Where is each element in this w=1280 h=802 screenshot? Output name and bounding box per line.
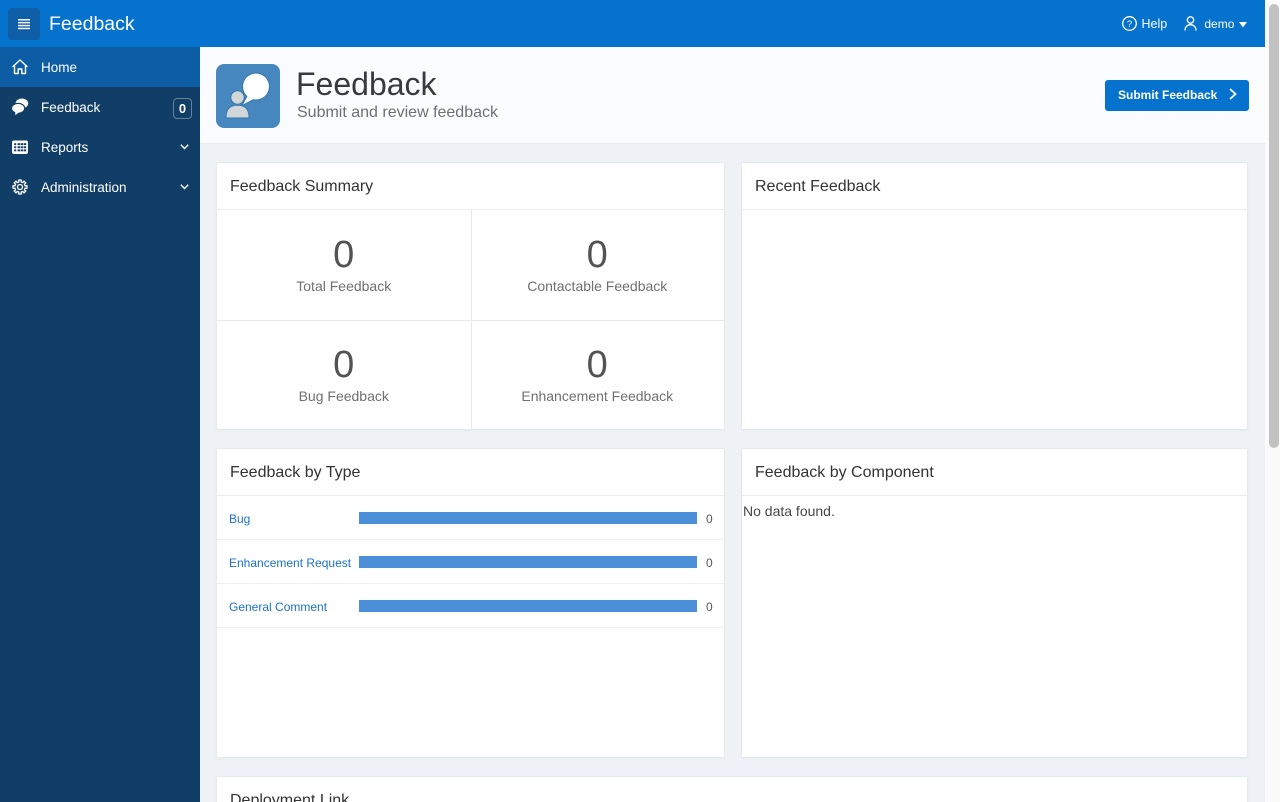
svg-text:?: ? — [1127, 19, 1132, 30]
